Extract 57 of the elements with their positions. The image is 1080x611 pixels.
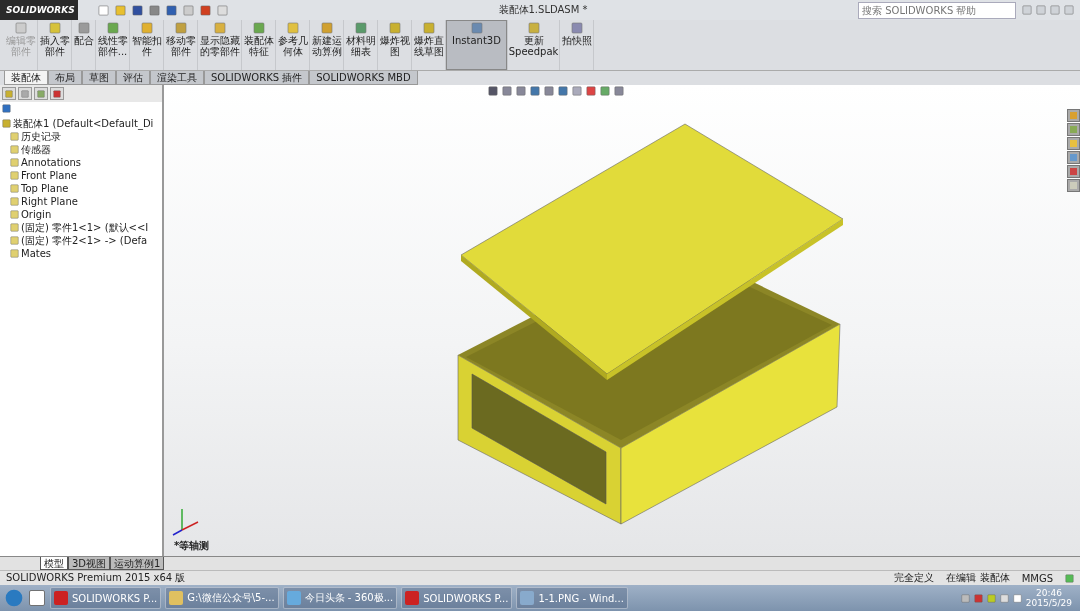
toolbar-button[interactable]: 移动零部件 — [164, 20, 198, 70]
tree-item[interactable]: Right Plane — [21, 196, 78, 207]
toolbar-button[interactable]: 装配体特征 — [242, 20, 276, 70]
app-icon — [169, 591, 184, 605]
toolbar-button[interactable]: 新建运动算例 — [310, 20, 344, 70]
tree-item[interactable]: (固定) 零件1<1> (默认<<I — [21, 220, 149, 235]
ribbon-tab[interactable]: 草图 — [82, 71, 116, 85]
toolbar-button[interactable]: 拍快照 — [560, 20, 594, 70]
search-field[interactable]: 搜索 SOLIDWORKS 帮助 — [858, 1, 1016, 19]
axis-triad-icon — [170, 506, 200, 536]
taskbar-item[interactable]: SOLIDWORKS P... — [401, 587, 513, 609]
ribbon-tab[interactable]: 渲染工具 — [150, 71, 204, 85]
ribbon-tab[interactable]: SOLIDWORKS 插件 — [204, 71, 310, 85]
tree-item[interactable]: Top Plane — [21, 183, 69, 194]
taskbar-item[interactable]: SOLIDWORKS P... — [50, 587, 162, 609]
definition-status: 完全定义 — [894, 571, 935, 585]
app-icon — [405, 591, 420, 605]
app-icon — [520, 591, 535, 605]
tree-item[interactable]: 传感器 — [21, 142, 51, 157]
toolbar-button[interactable]: 材料明细表 — [344, 20, 378, 70]
clock-date: 2015/5/29 — [1025, 598, 1072, 608]
model-tab[interactable]: 3D视图 — [68, 557, 111, 570]
ribbon-tab[interactable]: 布局 — [48, 71, 82, 85]
tree-item[interactable]: 装配体1 (Default<Default_Di — [13, 116, 154, 131]
view-orientation-label: *等轴测 — [174, 539, 210, 553]
tree-item[interactable]: 历史记录 — [21, 129, 61, 144]
tree-item[interactable]: Front Plane — [21, 170, 77, 181]
ribbon-tab[interactable]: 评估 — [116, 71, 150, 85]
ribbon-tab[interactable]: SOLIDWORKS MBD — [309, 71, 418, 85]
units-selector[interactable]: MMGS — [1021, 572, 1053, 584]
editing-status: 在编辑 装配体 — [946, 571, 1010, 585]
tree-item[interactable]: Annotations — [21, 157, 82, 168]
taskbar-item[interactable]: 1-1.PNG - Wind... — [516, 587, 628, 609]
clock-time: 20:46 — [1035, 588, 1062, 598]
toolbar-button[interactable]: 配合 — [72, 20, 96, 70]
toolbar-button[interactable]: 线性零部件... — [96, 20, 130, 70]
taskbar-item[interactable]: G:\微信公众号\5-... — [165, 587, 279, 609]
app-icon — [286, 591, 301, 605]
taskbar-item[interactable]: 今日头条 - 360极... — [282, 587, 398, 609]
app-logo: SOLIDWORKS — [0, 0, 78, 20]
ribbon-tab[interactable]: 装配体 — [4, 71, 48, 85]
app-icon — [54, 591, 68, 605]
model-tab[interactable]: 模型 — [40, 557, 68, 570]
start-button-icon — [4, 588, 24, 608]
product-label: SOLIDWORKS Premium 2015 x64 版 — [6, 571, 186, 585]
window-title: 装配体1.SLDASM * — [497, 3, 589, 17]
toolbar-button[interactable]: 参考几何体 — [276, 20, 310, 70]
toolbar-button[interactable]: Instant3D — [446, 20, 508, 70]
toolbar-button[interactable]: 显示隐藏的零部件 — [198, 20, 242, 70]
toolbar-button[interactable]: 更新 Speedpak — [508, 20, 560, 70]
toolbar-button[interactable]: 爆炸视图 — [378, 20, 412, 70]
toolbar-button[interactable]: 智能扣件 — [130, 20, 164, 70]
toolbar-button[interactable]: 插入零部件 — [38, 20, 72, 70]
model-tab[interactable]: 运动算例1 — [110, 557, 165, 570]
tree-item[interactable]: Origin — [21, 209, 52, 220]
tree-item[interactable]: (固定) 零件2<1> -> (Defa — [21, 233, 148, 248]
tree-item[interactable]: Mates — [21, 248, 52, 259]
